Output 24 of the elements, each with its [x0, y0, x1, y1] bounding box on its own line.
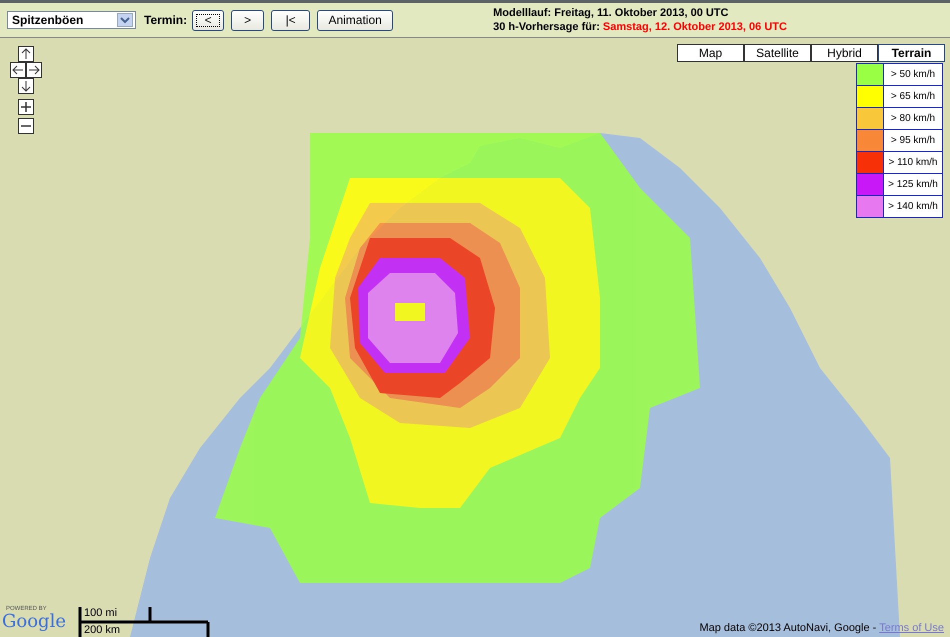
forecast-time: Samstag, 12. Oktober 2013, 06 UTC: [602, 21, 787, 33]
map-type-button[interactable]: Hybrid: [811, 44, 878, 62]
legend-label: > 95 km/h: [890, 134, 936, 148]
legend-label: > 140 km/h: [887, 200, 939, 214]
step-button[interactable]: <: [192, 10, 224, 30]
map-type-button[interactable]: Satellite: [744, 44, 811, 62]
legend-label: > 125 km/h: [887, 178, 939, 192]
scale-miles-label: 100 mi: [84, 607, 118, 619]
step-button[interactable]: Animation: [317, 10, 394, 30]
product-select[interactable]: Spitzenböen: [7, 11, 136, 29]
logo-text: Google: [2, 612, 66, 632]
model-run-text: Modelllauf: Freitag, 11. Oktober 2013, 00 UTC: [493, 6, 730, 20]
termin-label: Termin:: [144, 13, 188, 27]
legend-label: > 80 km/h: [890, 112, 936, 126]
step-button[interactable]: |<: [271, 10, 310, 30]
legend-label: > 50 km/h: [890, 68, 936, 82]
legend-label: > 65 km/h: [890, 90, 936, 104]
legend-label: > 110 km/h: [887, 156, 938, 170]
scale-km-label: 200 km: [84, 624, 120, 636]
forecast-label: 30 h-Vorhersage für:: [493, 21, 600, 33]
map-type-button[interactable]: Map: [677, 44, 744, 62]
attribution-text: Map data ©2013 AutoNavi, Google -: [699, 622, 878, 634]
map-type-button[interactable]: Terrain: [878, 44, 945, 62]
step-button[interactable]: >: [231, 10, 264, 30]
